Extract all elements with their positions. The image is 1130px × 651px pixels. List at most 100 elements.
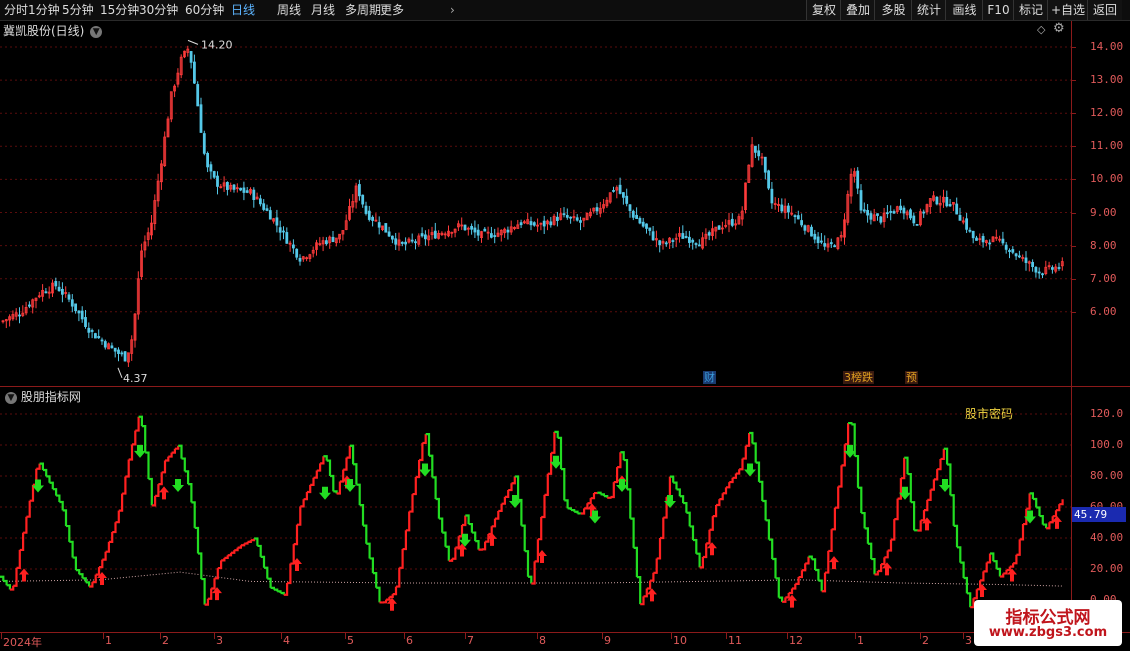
main-y-tick: [1071, 179, 1076, 180]
main-y-tick-label: 6.00: [1090, 305, 1117, 318]
period-tab-10[interactable]: 更多: [380, 1, 404, 19]
sell-arrow-icon: [744, 464, 756, 477]
indicator-step: [818, 581, 821, 592]
candle-body: [811, 227, 813, 236]
toolbar-button-7[interactable]: +自选: [1047, 0, 1088, 20]
indicator-step: [13, 568, 16, 586]
indicator-step: [710, 516, 713, 530]
period-tab-0[interactable]: 分时: [4, 1, 28, 19]
period-tab-3[interactable]: 15分钟: [100, 1, 139, 19]
date-label: 5: [347, 634, 354, 647]
candle-body: [200, 105, 202, 133]
indicator-step: [950, 495, 953, 526]
chevron-right-icon[interactable]: ›: [450, 1, 455, 19]
period-tab-6[interactable]: 日线: [231, 1, 255, 19]
period-tab-8[interactable]: 月线: [311, 1, 335, 19]
candle-body: [434, 231, 436, 238]
candle-body: [857, 171, 859, 188]
indicator-step: [769, 540, 772, 559]
candle-body: [405, 242, 407, 244]
indicator-step: [436, 499, 439, 519]
indicator-step: [980, 571, 983, 580]
candle-body: [279, 228, 281, 233]
indicator-step: [175, 446, 178, 449]
period-tab-2[interactable]: 5分钟: [62, 1, 94, 19]
date-tick: [787, 633, 788, 639]
indicator-step: [50, 483, 53, 489]
event-badge[interactable]: 财: [703, 371, 716, 384]
candle-body: [114, 348, 116, 351]
event-badge[interactable]: 3榜跌: [843, 371, 874, 384]
indicator-step: [924, 500, 927, 510]
indicator-step: [99, 560, 102, 568]
period-tab-5[interactable]: 60分钟: [185, 1, 224, 19]
indicator-step: [228, 553, 231, 556]
toolbar-button-3[interactable]: 统计: [911, 0, 946, 20]
candle-body: [243, 188, 245, 193]
date-tick: [726, 633, 727, 639]
candle-body: [213, 172, 215, 178]
indicator-step: [861, 513, 864, 528]
period-tab-4[interactable]: 30分钟: [139, 1, 178, 19]
indicator-step: [752, 443, 755, 462]
indicator-step: [63, 510, 66, 526]
toolbar-button-2[interactable]: 多股: [874, 0, 912, 20]
indicator-step: [1036, 508, 1039, 517]
period-tab-9[interactable]: 多周期: [345, 1, 381, 19]
candle-body: [111, 346, 113, 348]
candle-body: [477, 230, 479, 235]
period-tab-1[interactable]: 1分钟: [28, 1, 60, 19]
indicator-step: [221, 558, 224, 561]
indicator-step: [528, 577, 531, 584]
indicator-step: [713, 505, 716, 516]
indicator-step: [165, 457, 168, 461]
indicator-step: [842, 444, 845, 465]
candle-body: [471, 226, 473, 229]
indicator-step: [399, 549, 402, 568]
indicator-step: [310, 478, 313, 485]
candle-body: [642, 222, 644, 226]
indicator-step: [413, 477, 416, 494]
candle-body: [78, 311, 80, 313]
candle-body: [484, 229, 486, 231]
indicator-step: [921, 510, 924, 520]
indicator-step: [881, 557, 884, 564]
indicator-step: [238, 545, 241, 547]
sell-arrow-icon: [319, 487, 331, 500]
date-tick: [281, 633, 282, 639]
indicator-step: [505, 490, 508, 497]
candle-body: [636, 215, 638, 218]
event-badge[interactable]: 预: [905, 371, 918, 384]
indicator-step: [343, 458, 346, 470]
indicator-step: [789, 589, 792, 593]
candle-body: [415, 242, 417, 243]
candle-body: [421, 234, 423, 236]
candle-body: [923, 212, 925, 213]
period-tab-7[interactable]: 周线: [277, 1, 301, 19]
candle-body: [563, 214, 565, 215]
indicator-step: [274, 590, 277, 592]
indicator-step: [314, 471, 317, 478]
main-y-tick: [1071, 246, 1076, 247]
toolbar-button-8[interactable]: 返回: [1087, 0, 1122, 20]
candle-body: [718, 226, 720, 230]
indicator-step: [290, 544, 293, 563]
indicator-step: [281, 593, 284, 595]
indicator-step: [211, 578, 214, 588]
toolbar-button-4[interactable]: 画线: [945, 0, 983, 20]
toolbar-button-5[interactable]: F10: [982, 0, 1014, 20]
toolbar-button-6[interactable]: 标记: [1013, 0, 1048, 20]
indicator-step: [634, 548, 637, 577]
toolbar-button-1[interactable]: 叠加: [840, 0, 875, 20]
date-label: 3: [965, 634, 972, 647]
indicator-step: [663, 497, 666, 517]
indicator-step: [0, 577, 3, 581]
date-tick: [465, 633, 466, 639]
indicator-step: [459, 525, 462, 536]
indicator-step: [119, 494, 122, 511]
candle-body: [263, 204, 265, 210]
toolbar-button-0[interactable]: 复权: [806, 0, 841, 20]
indicator-step: [967, 593, 970, 607]
indicator-step: [974, 589, 977, 598]
candle-body: [632, 211, 634, 217]
